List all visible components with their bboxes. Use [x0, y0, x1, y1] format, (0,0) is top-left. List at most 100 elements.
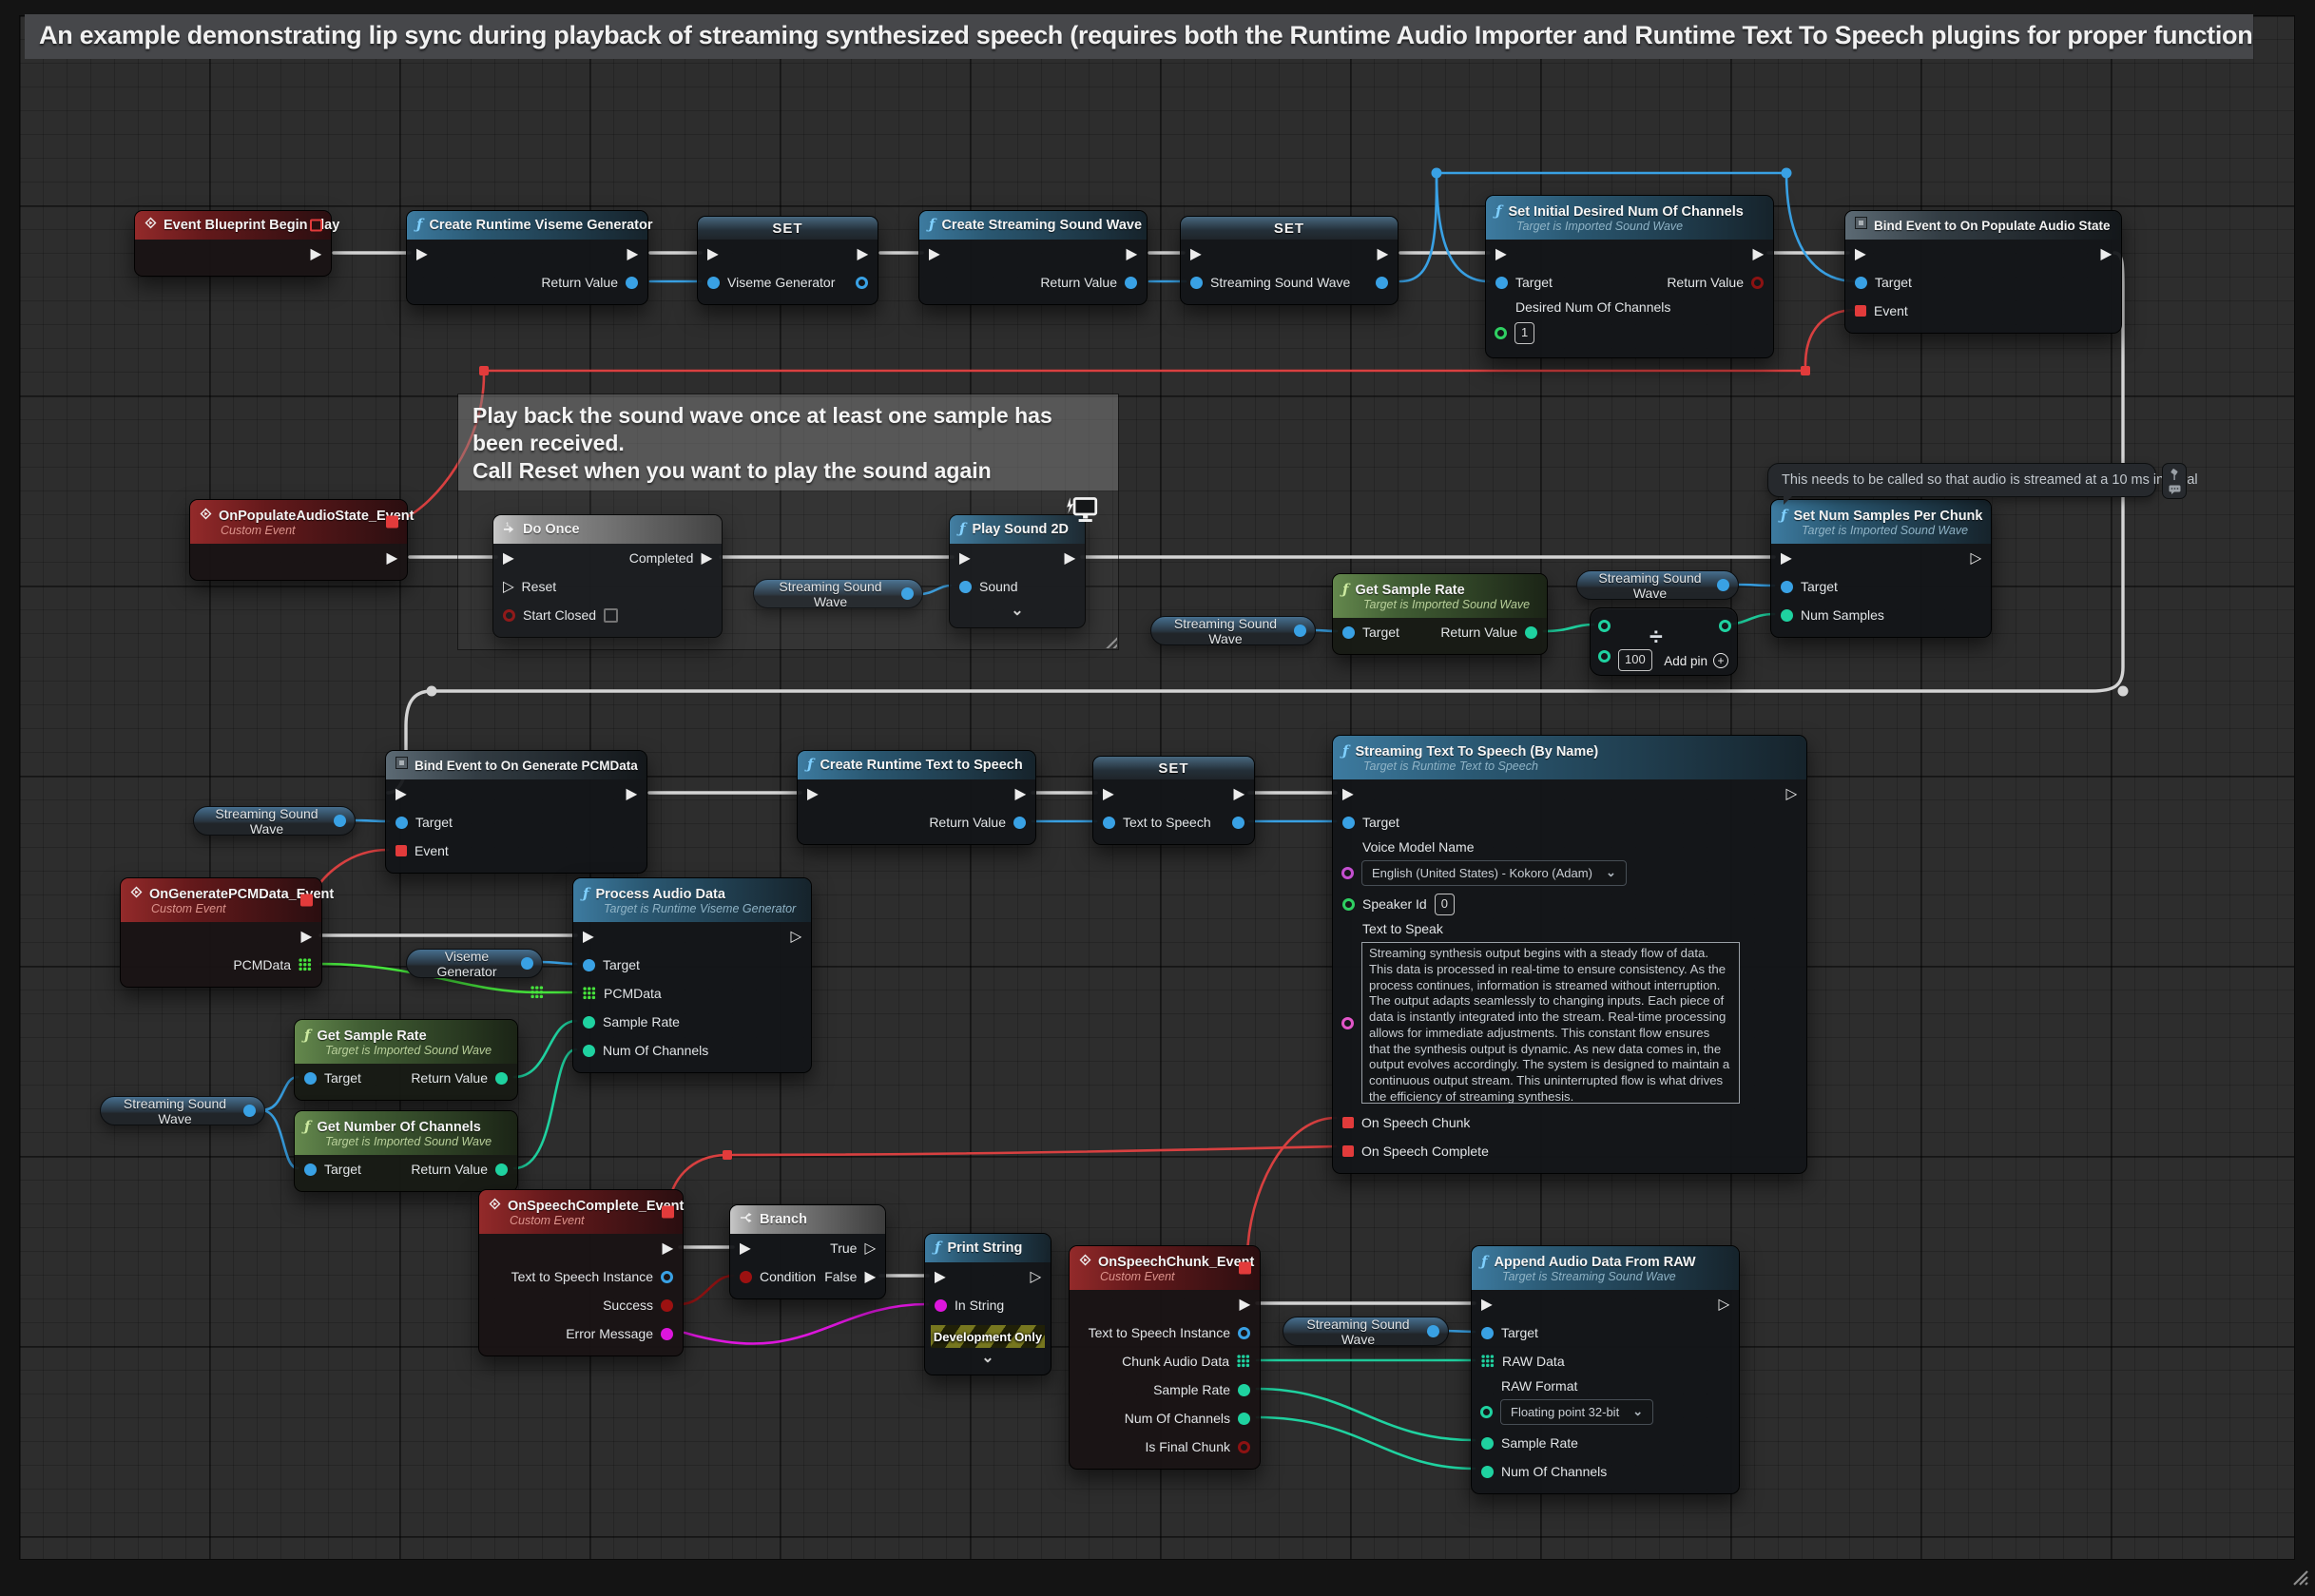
output-delegate-pin[interactable]: [1239, 1262, 1251, 1275]
text-to-speak-pin[interactable]: [1341, 1017, 1354, 1029]
return-value-pin[interactable]: [1013, 817, 1026, 829]
raw-format-pin[interactable]: [1480, 1406, 1493, 1418]
streaming-sound-wave-pin[interactable]: [334, 815, 346, 827]
target-pin[interactable]: [1342, 817, 1355, 829]
process-audio-data[interactable]: ƒProcess Audio DataTarget is Runtime Vis…: [572, 877, 812, 1073]
pcmdata-pin[interactable]: [583, 987, 596, 1000]
set-num-samples-per-chunk[interactable]: ƒSet Num Samples Per ChunkTarget is Impo…: [1770, 499, 1992, 638]
false-pin[interactable]: ▶: [864, 1269, 876, 1284]
bind-event-to-on-populate-audio-state[interactable]: Bind Event to On Populate Audio State▶▶T…: [1844, 210, 2122, 334]
comment-resize-grip[interactable]: [1103, 634, 1117, 648]
viseme-generator-pill[interactable]: Viseme Generator: [406, 949, 543, 978]
target-pin[interactable]: [1495, 277, 1508, 289]
return-value-pin[interactable]: [495, 1072, 508, 1085]
value-box[interactable]: 1: [1514, 322, 1534, 344]
text-to-speech-instance-pin[interactable]: [661, 1271, 673, 1283]
sample-rate-pin[interactable]: [1238, 1384, 1250, 1396]
event-pin[interactable]: [1855, 305, 1866, 317]
reroute-sq[interactable]: [479, 366, 489, 375]
exec-pin[interactable]: ▶: [1126, 246, 1137, 261]
exec-pin[interactable]: ▶: [1239, 1297, 1250, 1312]
exec-pin[interactable]: ▶: [1855, 246, 1866, 261]
divisor-pin[interactable]: [1598, 650, 1611, 663]
exec-pin[interactable]: ▷: [790, 929, 801, 944]
expand-chevron-icon[interactable]: ⌄: [925, 1348, 1051, 1367]
chunk-audio-data-pin[interactable]: [1237, 1355, 1250, 1368]
exec-pin[interactable]: ▶: [395, 786, 407, 801]
exec-pin[interactable]: ▶: [1495, 246, 1507, 261]
data-pin[interactable]: [856, 277, 868, 289]
exec-pin[interactable]: ▷: [1030, 1269, 1041, 1284]
exec-pin[interactable]: ▶: [1377, 246, 1388, 261]
return-value-pin[interactable]: [626, 277, 638, 289]
reroute-sq[interactable]: [1801, 366, 1810, 375]
desired-num-of-channels-pin[interactable]: [1495, 327, 1507, 339]
true-pin[interactable]: ▷: [864, 1240, 876, 1256]
value-box[interactable]: 0: [1435, 894, 1455, 915]
create-runtime-viseme-generator[interactable]: ƒCreate Runtime Viseme Generator▶▶Return…: [406, 210, 648, 305]
streaming-sound-wave-pill-3[interactable]: Streaming Sound Wave: [1576, 570, 1739, 600]
exec-pin[interactable]: ▶: [310, 246, 321, 261]
reroute-dot[interactable]: [1432, 168, 1442, 179]
exec-pin[interactable]: ▶: [300, 929, 312, 944]
result-pin[interactable]: [1719, 620, 1731, 632]
reroute-grid[interactable]: [531, 986, 544, 999]
target-pin[interactable]: [1855, 277, 1867, 289]
target-pin[interactable]: [1481, 1327, 1494, 1339]
exec-pin[interactable]: ▶: [1233, 786, 1244, 801]
exec-pin[interactable]: ▶: [1103, 786, 1114, 801]
set-streaming-sound-wave[interactable]: SET▶▶Streaming Sound Wave: [1180, 216, 1399, 305]
exec-pin[interactable]: ▶: [1342, 786, 1354, 801]
output-delegate-pin[interactable]: [386, 516, 398, 529]
event-blueprint-begin-play[interactable]: Event Blueprint Begin Play▶: [134, 210, 332, 277]
output-delegate-pin[interactable]: [310, 220, 322, 232]
exec-pin[interactable]: ▶: [626, 786, 637, 801]
exec-pin[interactable]: ▶: [707, 246, 719, 261]
return-value-pin[interactable]: [1525, 626, 1537, 639]
streaming-sound-wave-pin[interactable]: [1294, 625, 1306, 637]
exec-pin[interactable]: ▶: [1481, 1297, 1493, 1312]
bubble-controls[interactable]: [2162, 463, 2187, 499]
exec-pin[interactable]: ▶: [583, 929, 594, 944]
sample-rate-pin[interactable]: [583, 1016, 595, 1029]
onspeechchunk-event[interactable]: OnSpeechChunk_EventCustom Event▶Text to …: [1069, 1245, 1261, 1470]
success-pin[interactable]: [661, 1299, 673, 1312]
add-pin-button[interactable]: Add pin+: [1664, 653, 1728, 668]
target-pin[interactable]: [395, 817, 408, 829]
set-viseme-generator[interactable]: SET▶▶Viseme Generator: [697, 216, 878, 305]
streaming-sound-wave-pill-2[interactable]: Streaming Sound Wave: [1150, 616, 1316, 645]
num-samples-pin[interactable]: [1781, 609, 1793, 622]
exec-pin[interactable]: ▶: [1752, 246, 1764, 261]
streaming-sound-wave-pin[interactable]: [1427, 1325, 1439, 1337]
reroute-sq[interactable]: [723, 1150, 732, 1160]
return-value-pin[interactable]: [1125, 277, 1137, 289]
graph-title-comment[interactable]: An example demonstrating lip sync during…: [25, 14, 2253, 59]
target-pin[interactable]: [1781, 581, 1793, 593]
exec-pin[interactable]: ▶: [857, 246, 868, 261]
dividend-pin[interactable]: [1598, 620, 1611, 632]
target-pin[interactable]: [1342, 626, 1355, 639]
event-pin[interactable]: [395, 845, 407, 856]
create-streaming-sound-wave[interactable]: ƒCreate Streaming Sound Wave▶▶Return Val…: [918, 210, 1148, 305]
data-pin[interactable]: [1376, 277, 1388, 289]
target-pin[interactable]: [583, 959, 595, 971]
reroute-dot[interactable]: [1782, 168, 1792, 179]
exec-pin[interactable]: ▷: [1970, 550, 1981, 566]
resize-grip[interactable]: [2286, 1564, 2309, 1591]
pcmdata-pin[interactable]: [299, 958, 312, 971]
exec-pin[interactable]: ▶: [416, 246, 428, 261]
append-audio-data-from-raw[interactable]: ƒAppend Audio Data From RAWTarget is Str…: [1471, 1245, 1740, 1494]
condition-pin[interactable]: [740, 1271, 752, 1283]
branch[interactable]: Branch▶True▷ConditionFalse▶: [729, 1204, 886, 1299]
onpopulateaudiostate-event[interactable]: OnPopulateAudioState_EventCustom Event▶: [189, 499, 408, 581]
divide-node[interactable]: ÷100Add pin+: [1590, 607, 1738, 676]
text-to-speech-pin[interactable]: [1103, 817, 1115, 829]
speaker-id-pin[interactable]: [1342, 898, 1355, 911]
exec-pin[interactable]: ▶: [1190, 246, 1202, 261]
reroute-dot[interactable]: [2118, 686, 2129, 697]
get-sample-rate-top[interactable]: ƒGet Sample RateTarget is Imported Sound…: [1332, 573, 1548, 655]
streaming-sound-wave-pin[interactable]: [1717, 579, 1729, 591]
comment-playback[interactable]: Play back the sound wave once at least o…: [457, 394, 1119, 650]
on-speech-chunk-pin[interactable]: [1342, 1117, 1354, 1128]
num-of-channels-pin[interactable]: [583, 1045, 595, 1057]
